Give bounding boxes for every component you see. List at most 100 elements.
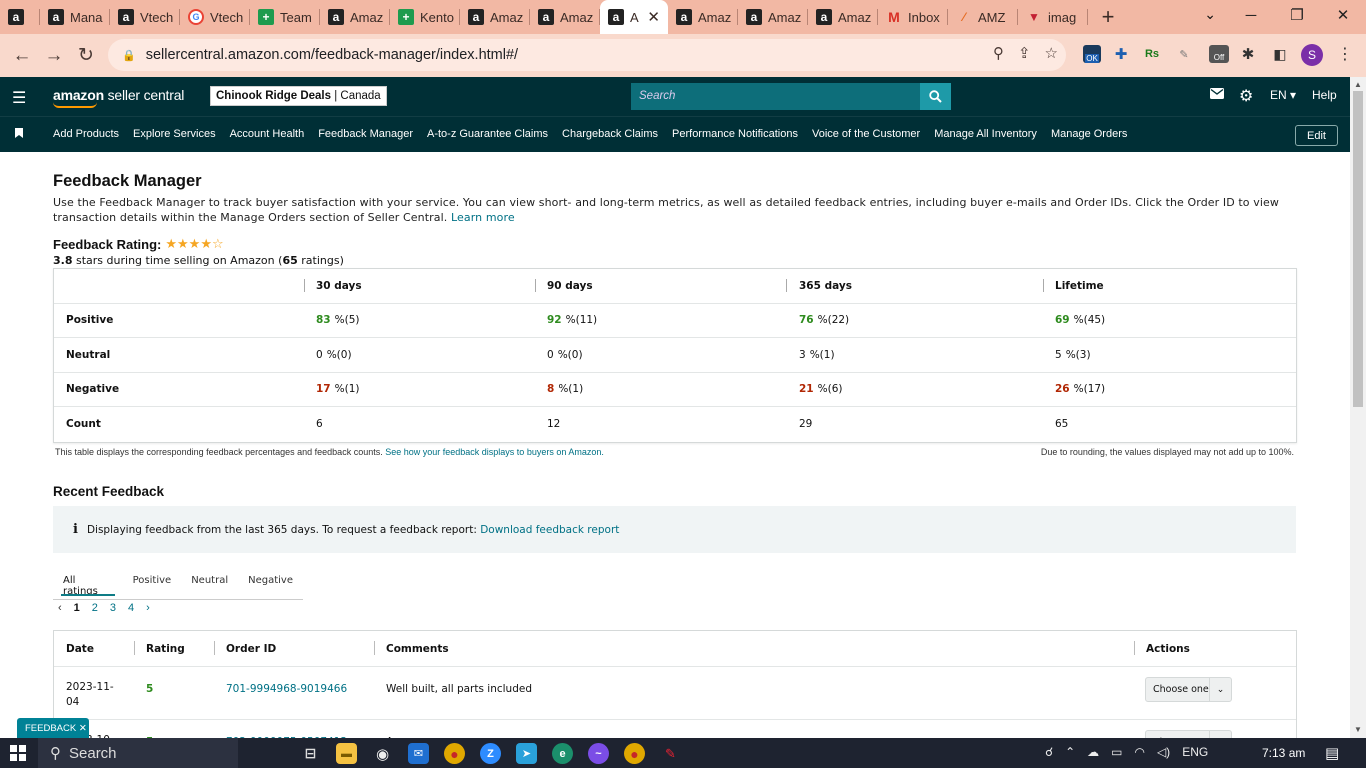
forward-icon[interactable]: →	[38, 40, 70, 72]
browser-tab[interactable]: ⁄ AMZ	[948, 0, 1018, 34]
next-page-icon[interactable]: ›	[146, 602, 150, 614]
tab-search-chevron-icon[interactable]: ⌄	[1204, 6, 1216, 23]
feedback-tab-button[interactable]: FEEDBACK ✕	[17, 718, 89, 738]
bookmark-icon[interactable]	[15, 128, 23, 138]
side-panel-icon[interactable]: ◧	[1271, 45, 1289, 63]
store-switcher[interactable]: Chinook Ridge Deals | Canada	[210, 86, 387, 106]
browser-tab[interactable]: + Team	[250, 0, 320, 34]
browser-tab[interactable]: M Inbox	[878, 0, 948, 34]
edit-nav-button[interactable]: Edit	[1295, 125, 1338, 146]
tray-chevron-icon[interactable]: ⌃	[1065, 745, 1075, 759]
feedback-display-link[interactable]: See how your feedback displays to buyers…	[385, 447, 604, 457]
mail-icon[interactable]	[1210, 88, 1224, 102]
page-link[interactable]: 4	[128, 602, 134, 614]
profile-avatar[interactable]: S	[1301, 44, 1323, 66]
mail-app-icon[interactable]: ✉	[408, 743, 429, 764]
reload-icon[interactable]: ↻	[70, 40, 102, 72]
browser-tab[interactable]: a Mana	[40, 0, 110, 34]
browser-tab[interactable]: a Vtech	[110, 0, 180, 34]
app-icon[interactable]: ✎	[660, 743, 681, 764]
battery-icon[interactable]: ▭	[1111, 745, 1122, 759]
browser-tab[interactable]: + Kento	[390, 0, 460, 34]
settings-gear-icon[interactable]: ⚙	[1239, 86, 1253, 106]
browser-tab[interactable]: a Amaz	[738, 0, 808, 34]
nav-item[interactable]: Feedback Manager	[318, 128, 413, 140]
people-icon[interactable]: ☌	[1045, 745, 1053, 759]
prev-page-icon[interactable]: ‹	[58, 602, 62, 614]
clock[interactable]: 7:13 am	[1262, 746, 1305, 760]
messenger-icon[interactable]: ~	[588, 743, 609, 764]
close-tab-icon[interactable]: ✕	[647, 8, 660, 26]
nav-item[interactable]: Chargeback Claims	[562, 128, 658, 140]
help-link[interactable]: Help	[1312, 88, 1337, 102]
file-explorer-icon[interactable]: ▬	[336, 743, 357, 764]
browser-tab[interactable]: a	[0, 0, 40, 34]
browser-tab[interactable]: a Amaz	[808, 0, 878, 34]
scroll-up-icon[interactable]: ▲	[1354, 80, 1362, 89]
browser-menu-icon[interactable]: ⋮	[1337, 44, 1353, 64]
scroll-down-icon[interactable]: ▼	[1354, 725, 1362, 734]
edge-icon[interactable]: e	[552, 743, 573, 764]
browser-tab[interactable]: a Amaz	[320, 0, 390, 34]
restore-icon[interactable]: ❐	[1274, 0, 1320, 30]
filter-tab[interactable]: Neutral	[181, 568, 238, 599]
browser-tab[interactable]: a Amaz	[460, 0, 530, 34]
close-window-icon[interactable]: ✕	[1320, 0, 1366, 30]
seller-central-logo[interactable]: amazon seller central	[53, 87, 184, 108]
chrome-dev-icon[interactable]: ◉	[372, 743, 393, 764]
address-bar[interactable]: 🔒 sellercentral.amazon.com/feedback-mana…	[108, 39, 1066, 71]
browser-tab[interactable]: a A ✕	[600, 0, 668, 34]
page-link[interactable]: 1	[74, 602, 80, 614]
language-selector[interactable]: EN ▾	[1270, 88, 1296, 102]
telegram-icon[interactable]: ➤	[516, 743, 537, 764]
actions-dropdown[interactable]: Choose one⌄	[1145, 730, 1232, 738]
extension-rs-icon[interactable]: Rs	[1143, 45, 1161, 63]
filter-tab[interactable]: Positive	[123, 568, 182, 599]
bookmark-star-icon[interactable]: ☆	[1045, 44, 1058, 62]
zoom-app-icon[interactable]: Z	[480, 743, 501, 764]
extension-shield-icon[interactable]: ✚	[1112, 45, 1130, 63]
task-view-icon[interactable]: ⊟	[300, 743, 321, 764]
header-search-input[interactable]: Search	[631, 83, 921, 110]
share-icon[interactable]: ⇪	[1018, 44, 1031, 62]
new-tab-icon[interactable]: +	[1088, 4, 1128, 30]
volume-icon[interactable]: ◁)	[1157, 745, 1170, 759]
nav-item[interactable]: Manage All Inventory	[934, 128, 1037, 140]
back-icon[interactable]: ←	[6, 40, 38, 72]
nav-item[interactable]: Add Products	[53, 128, 119, 140]
browser-tab[interactable]: a Amaz	[668, 0, 738, 34]
extension-off-icon[interactable]: Off	[1209, 45, 1229, 63]
nav-item[interactable]: A-to-z Guarantee Claims	[427, 128, 548, 140]
minimize-icon[interactable]: ─	[1228, 0, 1274, 30]
nav-item[interactable]: Performance Notifications	[672, 128, 798, 140]
language-indicator[interactable]: ENG	[1182, 745, 1208, 759]
download-report-link[interactable]: Download feedback report	[480, 524, 619, 536]
zoom-icon[interactable]: ⚲	[993, 44, 1004, 62]
nav-item[interactable]: Account Health	[230, 128, 305, 140]
actions-dropdown[interactable]: Choose one⌄	[1145, 677, 1232, 702]
hamburger-menu-icon[interactable]: ☰	[12, 88, 26, 108]
page-link[interactable]: 2	[92, 602, 98, 614]
wifi-icon[interactable]: ◠	[1134, 745, 1144, 759]
chrome-profile-icon[interactable]: ●	[624, 743, 645, 764]
nav-item[interactable]: Manage Orders	[1051, 128, 1127, 140]
extension-ok-icon[interactable]: OK	[1083, 45, 1101, 63]
nav-item[interactable]: Explore Services	[133, 128, 216, 140]
extensions-puzzle-icon[interactable]: ✱	[1239, 45, 1257, 63]
order-id-link[interactable]: 701-9994968-9019466	[226, 683, 347, 695]
cloud-icon[interactable]: ☁	[1087, 745, 1099, 759]
windows-start-icon[interactable]	[10, 745, 26, 761]
notifications-icon[interactable]: ▤	[1325, 744, 1339, 762]
scrollbar-thumb[interactable]	[1353, 91, 1363, 407]
extension-logo-icon[interactable]: ✎	[1175, 45, 1193, 63]
nav-item[interactable]: Voice of the Customer	[812, 128, 920, 140]
search-icon[interactable]	[920, 83, 951, 110]
taskbar-search[interactable]: ⚲ Search	[38, 738, 238, 768]
browser-tab[interactable]: a Amaz	[530, 0, 600, 34]
browser-tab[interactable]: G Vtech	[180, 0, 250, 34]
learn-more-link[interactable]: Learn more	[451, 211, 515, 224]
page-link[interactable]: 3	[110, 602, 116, 614]
page-scrollbar[interactable]: ▲ ▼	[1350, 77, 1366, 738]
browser-tab[interactable]: ▼ imag	[1018, 0, 1088, 34]
filter-tab[interactable]: Negative	[238, 568, 303, 599]
